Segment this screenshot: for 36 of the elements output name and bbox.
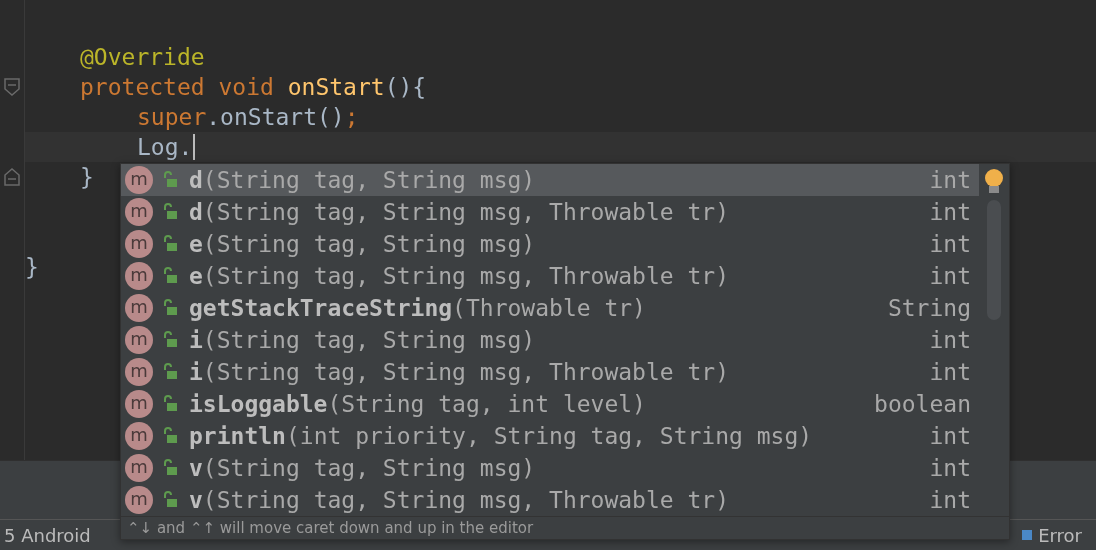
unlocked-padlock-icon — [161, 459, 179, 477]
unlocked-padlock-icon — [161, 299, 179, 317]
lightbulb-icon[interactable] — [983, 168, 1005, 196]
method-icon: m — [125, 294, 153, 322]
tool-window-tab[interactable]: 5 Android — [4, 524, 91, 546]
code-line: Log. — [137, 134, 193, 160]
completion-item[interactable]: m d(String tag, String msg) int — [121, 164, 979, 196]
method-icon: m — [125, 486, 153, 514]
unlocked-padlock-icon — [161, 427, 179, 445]
fold-marker-icon[interactable] — [4, 168, 20, 186]
unlocked-padlock-icon — [161, 235, 179, 253]
method-icon: m — [125, 390, 153, 418]
square-icon — [1022, 530, 1033, 540]
status-text: Error — [1038, 524, 1082, 546]
unlocked-padlock-icon — [161, 267, 179, 285]
unlocked-padlock-icon — [161, 203, 179, 221]
method-icon: m — [125, 262, 153, 290]
hint-text: ⌃↓ and ⌃↑ will move caret down and up in the editor — [121, 516, 1009, 539]
method-icon: m — [125, 454, 153, 482]
code-line: super.onStart(); — [137, 104, 359, 130]
method-icon: m — [125, 422, 153, 450]
fold-marker-icon[interactable] — [4, 78, 20, 96]
code-line: @Override — [80, 44, 205, 70]
unlocked-padlock-icon — [161, 171, 179, 189]
method-icon: m — [125, 358, 153, 386]
unlocked-padlock-icon — [161, 395, 179, 413]
method-icon: m — [125, 230, 153, 258]
unlocked-padlock-icon — [161, 363, 179, 381]
method-icon: m — [125, 326, 153, 354]
code-line: protected void onStart(){ — [80, 74, 427, 100]
code-line: } — [80, 164, 94, 190]
method-icon: m — [125, 198, 153, 226]
method-icon: m — [125, 166, 153, 194]
unlocked-padlock-icon — [161, 331, 179, 349]
code-line: } — [25, 254, 39, 280]
unlocked-padlock-icon — [161, 491, 179, 509]
